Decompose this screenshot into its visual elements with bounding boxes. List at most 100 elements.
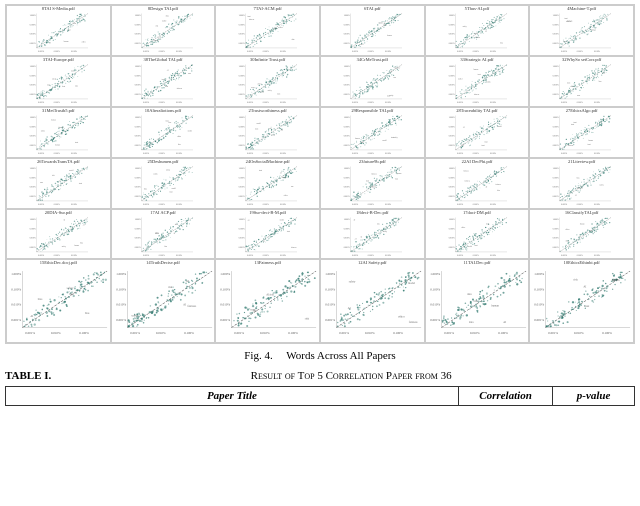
svg-text:1.000%: 1.000% — [239, 117, 245, 119]
svg-text:trust: trust — [278, 93, 282, 95]
figure-caption: Fig. 4. Words Across All Papers — [8, 350, 632, 362]
plot-cell: 8TAI S-Media.pdf1.000%0.100%0.010%0.001%… — [6, 5, 111, 56]
svg-text:0.100%: 0.100% — [385, 254, 391, 256]
svg-text:fairness: fairness — [187, 305, 196, 309]
svg-text:0.100%: 0.100% — [448, 75, 454, 77]
svg-text:1.000%: 1.000% — [30, 66, 36, 68]
svg-text:0.010%: 0.010% — [116, 303, 126, 307]
svg-text:1.000%: 1.000% — [30, 117, 36, 119]
svg-text:0.010%: 0.010% — [448, 34, 454, 36]
svg-text:0.001%: 0.001% — [344, 94, 350, 96]
plot-area: 1.000%0.100%0.010%0.001%0.001%0.010%0.10… — [112, 216, 215, 259]
svg-text:risk: risk — [168, 285, 173, 289]
plot-area: 1.000%0.100%0.010%0.001%0.001%0.010%0.10… — [112, 12, 215, 55]
svg-text:model: model — [69, 169, 74, 171]
svg-text:0.100%: 0.100% — [280, 153, 286, 155]
svg-text:model: model — [497, 126, 502, 128]
plot-cell: 17daci-DM.pdf1.000%0.100%0.010%0.001%0.0… — [425, 209, 530, 260]
svg-text:ethics: ethics — [398, 315, 405, 319]
main-container: 8TAI S-Media.pdf1.000%0.100%0.010%0.001%… — [0, 0, 640, 506]
plot-area: 1.000%0.100%0.010%0.001%0.001%0.010%0.10… — [7, 266, 110, 342]
svg-text:safety: safety — [52, 77, 56, 80]
plot-area: 1.000%0.100%0.010%0.001%0.001%0.010%0.10… — [321, 63, 424, 106]
svg-text:0.001%: 0.001% — [352, 203, 358, 205]
svg-text:risk: risk — [270, 293, 275, 297]
svg-text:human: human — [282, 177, 287, 179]
svg-text:trust: trust — [75, 141, 79, 143]
svg-text:0.001%: 0.001% — [352, 153, 358, 155]
plot-area: 1.000%0.100%0.010%0.001%0.001%0.010%0.10… — [7, 165, 110, 208]
svg-text:0.010%: 0.010% — [472, 254, 478, 256]
svg-text:ethics: ethics — [279, 27, 283, 29]
svg-text:safety: safety — [462, 25, 466, 28]
plot-area: 1.000%0.100%0.010%0.001%0.001%0.010%0.10… — [321, 12, 424, 55]
svg-text:1.000%: 1.000% — [448, 66, 454, 68]
svg-text:0.001%: 0.001% — [134, 43, 140, 45]
result-table: Paper Title Correlation p-value — [5, 386, 635, 406]
plot-area: 1.000%0.100%0.010%0.001%0.001%0.010%0.10… — [426, 216, 529, 259]
plots-grid: 8TAI S-Media.pdf1.000%0.100%0.010%0.001%… — [5, 4, 635, 344]
plot-cell: 21Liteview.pdf1.000%0.100%0.010%0.001%0.… — [529, 158, 634, 209]
svg-text:0.001%: 0.001% — [130, 331, 140, 335]
svg-text:trust: trust — [574, 122, 578, 124]
svg-text:0.010%: 0.010% — [553, 34, 559, 36]
plot-cell: 5Thus-AI.pdf1.000%0.100%0.010%0.001%0.00… — [425, 5, 530, 56]
svg-text:bias: bias — [473, 299, 478, 303]
svg-text:safety: safety — [131, 314, 138, 318]
svg-text:0.100%: 0.100% — [430, 288, 440, 292]
svg-text:0.100%: 0.100% — [325, 288, 335, 292]
svg-text:1.000%: 1.000% — [553, 168, 559, 170]
svg-text:0.100%: 0.100% — [490, 254, 496, 256]
svg-text:0.100%: 0.100% — [344, 126, 350, 128]
svg-text:ethics: ethics — [41, 130, 45, 132]
svg-text:trust: trust — [169, 191, 173, 193]
svg-text:1.000%: 1.000% — [239, 218, 245, 220]
svg-text:0.001%: 0.001% — [38, 153, 44, 155]
svg-text:0.010%: 0.010% — [263, 102, 269, 104]
plot-cell: 2Trustworthiness.pdf1.000%0.100%0.010%0.… — [215, 107, 320, 158]
svg-text:safety: safety — [166, 168, 170, 171]
svg-text:0.100%: 0.100% — [594, 203, 600, 205]
svg-text:1.000%: 1.000% — [239, 15, 245, 17]
svg-text:0.001%: 0.001% — [448, 145, 454, 147]
svg-text:human: human — [589, 140, 594, 142]
svg-text:0.001%: 0.001% — [457, 203, 463, 205]
svg-text:0.001%: 0.001% — [457, 102, 463, 104]
svg-text:trust: trust — [568, 82, 572, 84]
svg-text:bias: bias — [577, 177, 580, 179]
svg-text:0.001%: 0.001% — [444, 331, 454, 335]
plot-area: 1.000%0.100%0.010%0.001%0.001%0.010%0.10… — [7, 114, 110, 157]
svg-text:1.000%: 1.000% — [344, 168, 350, 170]
svg-text:0.100%: 0.100% — [71, 153, 77, 155]
svg-text:0.010%: 0.010% — [158, 153, 164, 155]
svg-text:0.001%: 0.001% — [344, 196, 350, 198]
svg-text:0.001%: 0.001% — [239, 196, 245, 198]
svg-text:0.010%: 0.010% — [239, 84, 245, 86]
svg-text:0.001%: 0.001% — [339, 331, 349, 335]
plot-cell: 24OnSocialMachine.pdf1.000%0.100%0.010%0… — [215, 158, 320, 209]
svg-text:0.100%: 0.100% — [134, 126, 140, 128]
svg-text:AI: AI — [267, 293, 270, 297]
svg-text:bias: bias — [599, 81, 602, 83]
table-heading: Result of Top 5 Correlation Paper from 3… — [67, 370, 635, 382]
svg-text:human: human — [51, 119, 56, 121]
svg-text:data: data — [467, 292, 472, 296]
svg-text:AI: AI — [183, 303, 186, 307]
svg-text:human: human — [74, 245, 79, 247]
svg-text:0.001%: 0.001% — [30, 247, 36, 249]
svg-text:bias: bias — [38, 297, 43, 301]
plot-area: 1.000%0.100%0.010%0.001%0.001%0.010%0.10… — [426, 266, 529, 342]
svg-text:human: human — [355, 137, 360, 139]
plot-cell: 34CrMeTrust.pdf1.000%0.100%0.010%0.001%0… — [320, 56, 425, 107]
svg-text:0.010%: 0.010% — [30, 135, 36, 137]
svg-text:0.001%: 0.001% — [38, 102, 44, 104]
svg-text:0.001%: 0.001% — [457, 153, 463, 155]
svg-text:0.010%: 0.010% — [54, 153, 60, 155]
svg-text:0.100%: 0.100% — [176, 254, 182, 256]
svg-text:model: model — [458, 78, 463, 80]
svg-text:0.001%: 0.001% — [344, 43, 350, 45]
svg-text:0.010%: 0.010% — [239, 135, 245, 137]
svg-text:0.100%: 0.100% — [344, 75, 350, 77]
svg-text:0.010%: 0.010% — [472, 153, 478, 155]
svg-text:human: human — [473, 69, 478, 71]
